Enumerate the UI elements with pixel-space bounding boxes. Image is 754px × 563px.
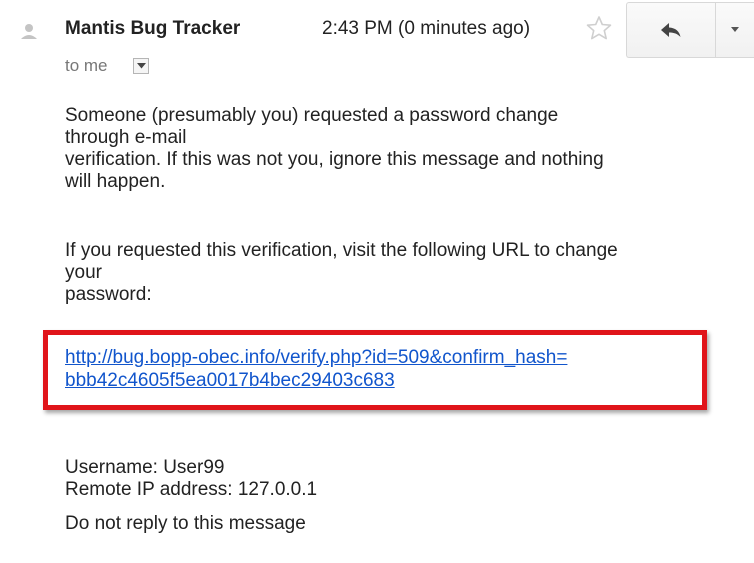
star-outline-icon — [586, 16, 612, 40]
chevron-down-icon — [731, 27, 739, 32]
footer-note: Do not reply to this message — [65, 513, 306, 534]
reply-button-group — [626, 2, 754, 58]
account-info: Username: User99 Remote IP address: 127.… — [65, 457, 318, 500]
person-icon — [18, 20, 40, 42]
recipient-details-dropdown[interactable] — [133, 58, 149, 74]
sender-avatar — [18, 20, 40, 42]
message-paragraph-instructions: If you requested this verification, visi… — [65, 240, 618, 305]
message-paragraph-intro: Someone (presumably you) requested a pas… — [65, 105, 604, 192]
star-button[interactable] — [585, 14, 613, 42]
sender-name[interactable]: Mantis Bug Tracker — [65, 18, 240, 40]
message-timestamp[interactable]: 2:43 PM (0 minutes ago) — [322, 18, 530, 40]
verification-link[interactable]: http://bug.bopp-obec.info/verify.php?id=… — [65, 346, 567, 392]
recipient-label: to me — [65, 56, 108, 75]
reply-arrow-icon — [661, 23, 681, 37]
chevron-down-icon — [137, 63, 146, 69]
reply-button[interactable] — [627, 3, 715, 57]
more-options-button[interactable] — [716, 3, 754, 57]
